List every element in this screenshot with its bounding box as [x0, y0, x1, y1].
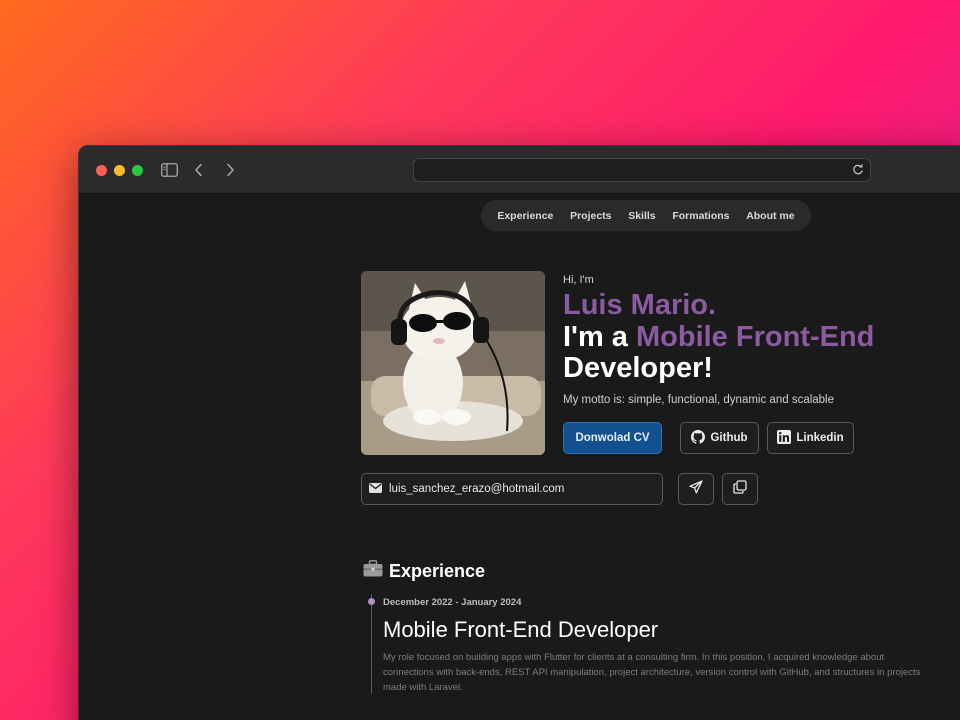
- maximize-window-button[interactable]: [132, 165, 143, 176]
- nav-item-about-me[interactable]: About me: [746, 210, 794, 222]
- sidebar-toggle-icon[interactable]: [159, 160, 179, 180]
- timeline-line: [371, 594, 372, 694]
- role-suffix: Developer!: [563, 352, 713, 384]
- nav-item-skills[interactable]: Skills: [628, 210, 655, 222]
- address-bar[interactable]: [413, 158, 871, 182]
- experience-heading: Experience: [389, 560, 486, 581]
- hero-greeting: Hi, I'm: [563, 274, 594, 286]
- role-prefix: I'm a: [563, 321, 636, 353]
- close-window-button[interactable]: [96, 165, 107, 176]
- hero-role: I'm a Mobile Front-End Developer!: [563, 322, 923, 384]
- forward-icon[interactable]: [220, 160, 240, 180]
- github-label: Github: [710, 432, 748, 444]
- minimize-window-button[interactable]: [114, 165, 125, 176]
- email-field[interactable]: luis_sanchez_erazo@hotmail.com: [361, 473, 663, 505]
- copy-icon: [733, 479, 747, 499]
- download-cv-button[interactable]: Donwolad CV: [563, 422, 662, 454]
- browser-titlebar: [79, 146, 960, 194]
- nav-item-projects[interactable]: Projects: [570, 210, 611, 222]
- mail-icon: [369, 482, 389, 496]
- hero-motto: My motto is: simple, functional, dynamic…: [563, 394, 835, 406]
- github-icon: [691, 429, 710, 447]
- experience-job-title: Mobile Front-End Developer: [383, 617, 659, 642]
- download-cv-label: Donwolad CV: [575, 432, 650, 444]
- top-navigation: Experience Projects Skills Formations Ab…: [481, 200, 811, 231]
- reload-icon[interactable]: [852, 163, 864, 181]
- timeline-dot: [368, 598, 375, 605]
- briefcase-icon: [363, 560, 383, 582]
- email-address: luis_sanchez_erazo@hotmail.com: [389, 483, 565, 495]
- linkedin-label: Linkedin: [796, 432, 844, 444]
- send-email-button[interactable]: [678, 473, 714, 505]
- linkedin-icon: [777, 429, 796, 447]
- portfolio-page: Experience Projects Skills Formations Ab…: [79, 194, 960, 720]
- back-icon[interactable]: [189, 160, 209, 180]
- profile-photo: [361, 271, 545, 455]
- linkedin-button[interactable]: Linkedin: [767, 422, 854, 454]
- copy-email-button[interactable]: [722, 473, 758, 505]
- send-icon: [689, 479, 703, 499]
- experience-section-header: Experience: [363, 560, 485, 582]
- experience-description: My role focused on building apps with Fl…: [383, 652, 921, 693]
- role-accent: Mobile Front-End: [635, 321, 875, 353]
- browser-window: Experience Projects Skills Formations Ab…: [78, 145, 960, 720]
- nav-item-experience[interactable]: Experience: [497, 210, 553, 222]
- hero-name: Luis Mario.: [563, 289, 717, 321]
- nav-item-formations[interactable]: Formations: [672, 210, 729, 222]
- experience-dates: December 2022 - January 2024: [383, 597, 522, 608]
- github-button[interactable]: Github: [680, 422, 759, 454]
